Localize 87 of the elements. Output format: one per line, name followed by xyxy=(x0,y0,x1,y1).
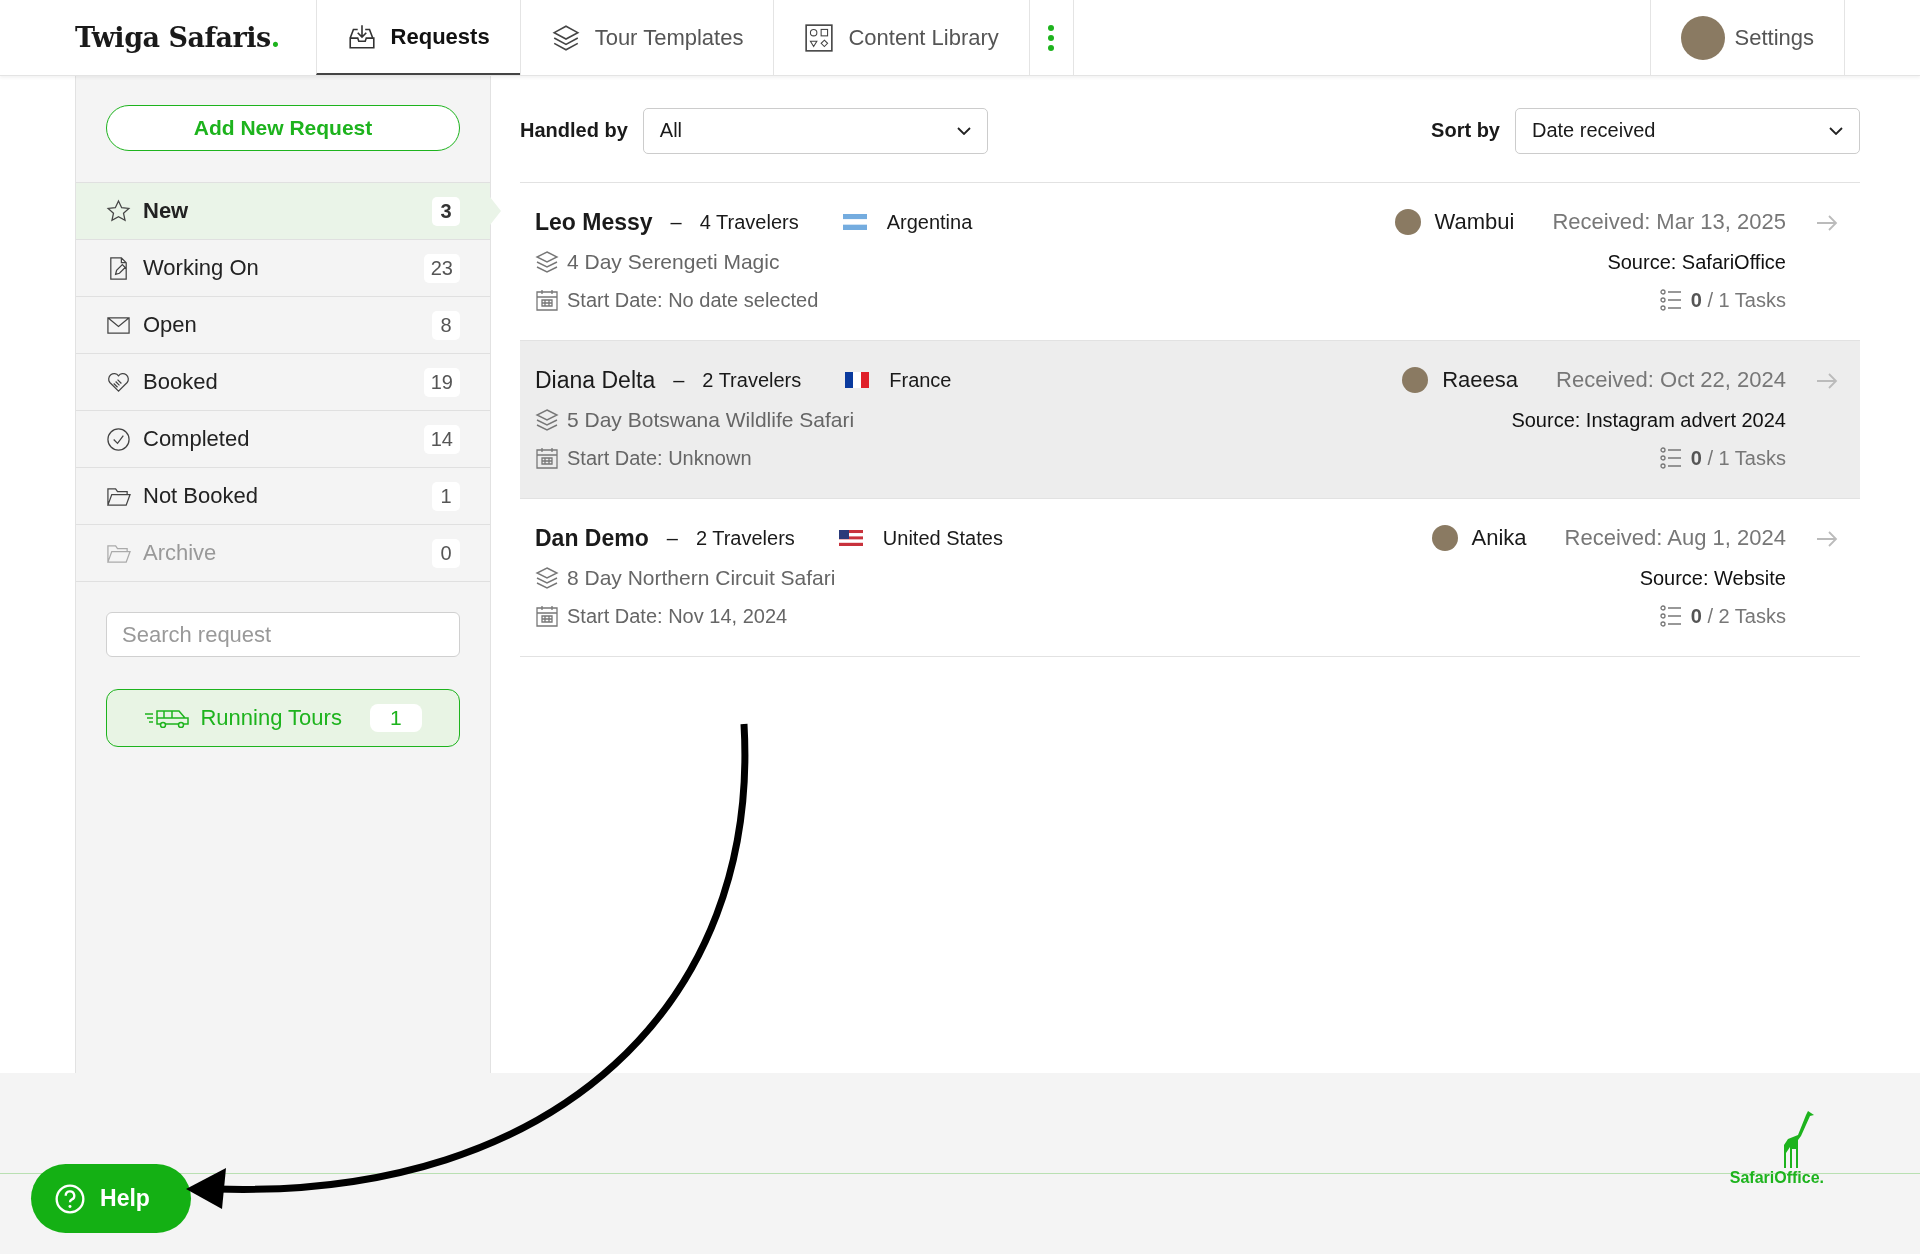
checklist-icon xyxy=(1658,446,1683,470)
item-label: Completed xyxy=(143,426,251,452)
item-label: Working On xyxy=(143,255,260,281)
sidebar-item[interactable]: Working On 23 xyxy=(76,240,490,297)
item-count: 1 xyxy=(432,481,460,511)
item-label: Not Booked xyxy=(143,483,259,509)
layers-icon xyxy=(535,250,559,274)
help-icon xyxy=(54,1182,87,1215)
start-date: Start Date: Unknown xyxy=(567,446,752,470)
received-date: Received: Oct 22, 2024 xyxy=(1556,367,1786,393)
avatar-icon xyxy=(1402,367,1429,393)
item-count: 8 xyxy=(432,310,460,340)
footer-logo: SafariOffice. xyxy=(1729,1169,1824,1187)
request-row[interactable]: Diana Delta – 2 Travelers France 5 Day Botswana Wildlife Safari Start Date: Unknown Raeesa Received: Oct 22, 2024 Source: Instagram advert 2024 0 / 1 Tasks xyxy=(520,341,1860,499)
layers-icon xyxy=(535,566,559,590)
item-count: 19 xyxy=(423,367,460,397)
settings-button[interactable]: Settings xyxy=(1649,0,1845,75)
travelers-count: 4 Travelers xyxy=(699,210,799,234)
checklist-icon xyxy=(1658,288,1683,312)
item-label: Open xyxy=(143,312,198,338)
received-date: Received: Mar 13, 2025 xyxy=(1552,209,1786,235)
received-date: Received: Aug 1, 2024 xyxy=(1564,525,1786,551)
shapes-icon xyxy=(804,22,835,53)
client-name: Leo Messy xyxy=(535,208,653,236)
car-icon xyxy=(144,708,191,728)
check-icon xyxy=(106,426,131,452)
star-icon xyxy=(106,198,131,224)
more-menu-icon[interactable] xyxy=(1028,0,1074,75)
item-count: 23 xyxy=(423,253,460,283)
item-count: 14 xyxy=(423,424,460,454)
brand-logo: Twiga Safaris. xyxy=(74,21,281,55)
sidebar-item[interactable]: Open 8 xyxy=(76,297,490,354)
task-progress: 0 / 1 Tasks xyxy=(1690,446,1786,470)
nav-tab[interactable]: Requests xyxy=(315,0,520,75)
agent-name: Raeesa xyxy=(1442,367,1519,393)
task-progress: 0 / 2 Tasks xyxy=(1690,604,1786,628)
item-label: New xyxy=(143,198,190,224)
start-date: Start Date: Nov 14, 2024 xyxy=(567,604,788,628)
arrow-right-icon xyxy=(1816,373,1838,389)
client-name: Diana Delta xyxy=(535,366,656,394)
layers-icon xyxy=(535,408,559,432)
chevron-down-icon xyxy=(956,126,971,135)
request-source: Source: SafariOffice xyxy=(1607,250,1786,274)
nav-tab[interactable]: Content Library xyxy=(773,0,1029,75)
flag-icon xyxy=(838,530,863,546)
chevron-down-icon xyxy=(1829,126,1843,135)
agent-name: Anika xyxy=(1471,525,1527,551)
item-count: 3 xyxy=(432,196,460,226)
nav-tab[interactable]: Tour Templates xyxy=(519,0,774,75)
travelers-count: 2 Travelers xyxy=(695,526,795,550)
travelers-count: 2 Travelers xyxy=(702,368,802,392)
flag-icon xyxy=(845,372,870,388)
agent-name: Wambui xyxy=(1434,209,1515,235)
filter-label: Handled by xyxy=(520,119,628,142)
task-progress: 0 / 1 Tasks xyxy=(1690,288,1786,312)
country-name: Argentina xyxy=(886,210,973,234)
arrow-right-icon xyxy=(1816,531,1838,547)
sort-by-dropdown[interactable]: Date received xyxy=(1515,107,1860,154)
item-label: Booked xyxy=(143,369,219,395)
item-count: 0 xyxy=(432,538,460,568)
arrow-right-icon xyxy=(1816,215,1838,231)
country-name: France xyxy=(889,368,952,392)
avatar-icon xyxy=(1431,525,1458,551)
calendar-icon xyxy=(535,604,559,628)
handled-by-dropdown[interactable]: All xyxy=(642,107,988,154)
checklist-icon xyxy=(1658,604,1683,628)
start-date: Start Date: No date selected xyxy=(567,288,819,312)
tour-name: 5 Day Botswana Wildlife Safari xyxy=(567,408,855,432)
separator-dash: – xyxy=(670,210,682,234)
flag-icon xyxy=(842,214,867,230)
filter-label: Sort by xyxy=(1431,119,1500,142)
separator-dash: – xyxy=(673,368,685,392)
item-label: Archive xyxy=(143,540,218,566)
avatar-icon xyxy=(1394,209,1421,235)
tour-name: 8 Day Northern Circuit Safari xyxy=(567,566,836,590)
separator-dash: – xyxy=(666,526,678,550)
sidebar-item[interactable]: Booked 19 xyxy=(76,354,490,411)
country-name: United States xyxy=(882,526,1003,550)
calendar-icon xyxy=(535,288,559,312)
search-field[interactable]: Search request xyxy=(106,612,460,657)
sidebar-item[interactable]: Not Booked 1 xyxy=(76,468,490,525)
request-source: Source: Website xyxy=(1639,566,1786,590)
client-name: Dan Demo xyxy=(535,524,649,552)
calendar-icon xyxy=(535,446,559,470)
sidebar-item[interactable]: Completed 14 xyxy=(76,411,490,468)
tour-name: 4 Day Serengeti Magic xyxy=(567,250,780,274)
request-source: Source: Instagram advert 2024 xyxy=(1511,408,1786,432)
